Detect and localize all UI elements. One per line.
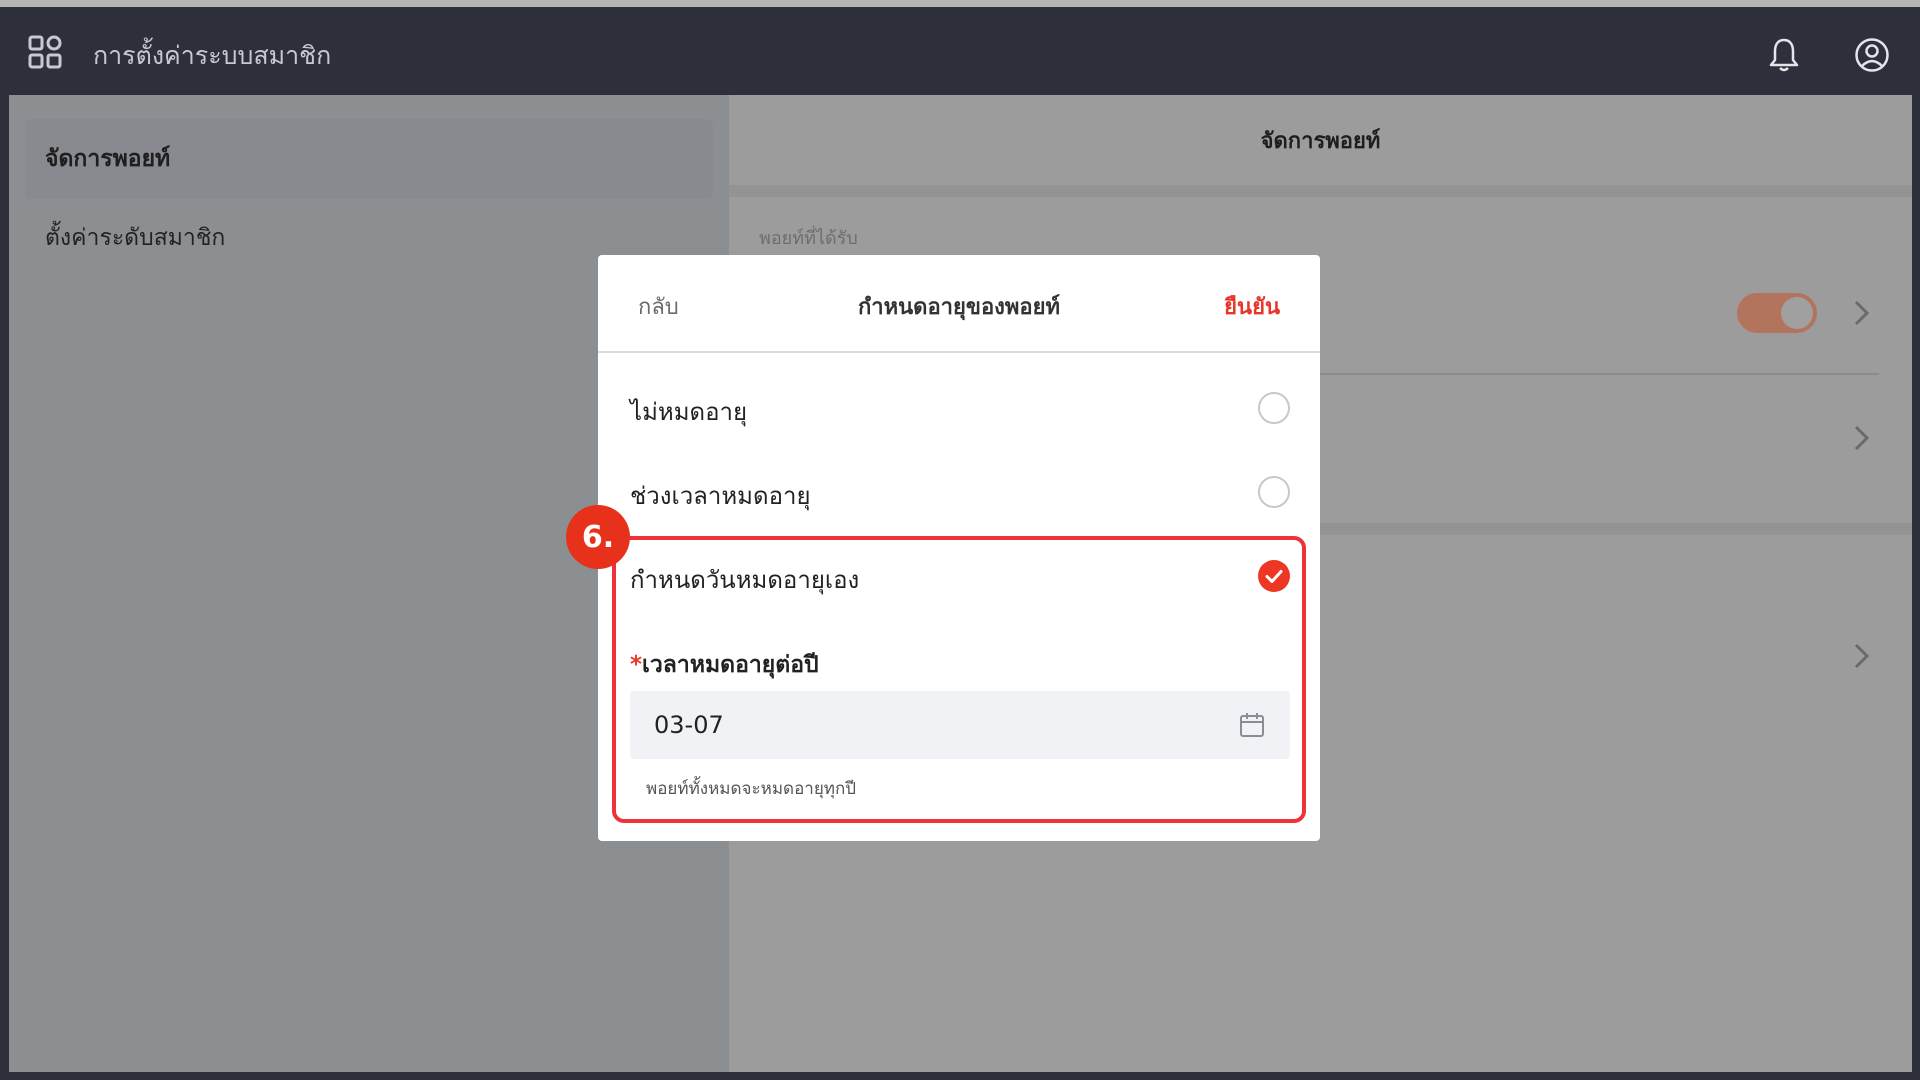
points-toggle[interactable] bbox=[1737, 293, 1817, 333]
confirm-button[interactable]: ยืนยัน bbox=[1224, 289, 1280, 324]
section-divider bbox=[729, 185, 1912, 197]
sidebar-item-label: ตั้งค่าระดับสมาชิก bbox=[45, 225, 226, 251]
page-title: จัดการพอยท์ bbox=[729, 95, 1912, 185]
option-label: ช่วงเวลาหมดอายุ bbox=[630, 482, 811, 510]
app-title: การตั้งค่าระบบสมาชิก bbox=[93, 41, 332, 70]
modal-header: กลับ กำหนดอายุของพอยท์ ยืนยัน bbox=[598, 255, 1320, 353]
bell-icon[interactable] bbox=[1768, 37, 1800, 73]
option-expiry-period[interactable]: ช่วงเวลาหมดอายุ bbox=[630, 472, 1290, 512]
user-circle-icon[interactable] bbox=[1854, 37, 1890, 73]
expiry-modal: กลับ กำหนดอายุของพอยท์ ยืนยัน ไม่หมดอายุ… bbox=[566, 255, 1320, 841]
chevron-right-icon[interactable] bbox=[1851, 423, 1873, 453]
chevron-right-icon[interactable] bbox=[1851, 298, 1873, 328]
sidebar-item-manage-points[interactable]: จัดการพอยท์ bbox=[25, 119, 713, 199]
step-badge: 6. bbox=[566, 505, 630, 569]
radio-unchecked[interactable] bbox=[1258, 392, 1290, 424]
section-label: พอยท์ที่ได้รับ bbox=[759, 228, 858, 249]
option-label: ไม่หมดอายุ bbox=[630, 398, 748, 426]
window-top-edge bbox=[0, 0, 1920, 7]
chevron-right-icon[interactable] bbox=[1851, 641, 1873, 671]
toggle-knob bbox=[1781, 297, 1813, 329]
radio-unchecked[interactable] bbox=[1258, 476, 1290, 508]
apps-grid-icon[interactable] bbox=[28, 35, 62, 69]
top-bar: การตั้งค่าระบบสมาชิก bbox=[0, 7, 1920, 95]
modal-title: กำหนดอายุของพอยท์ bbox=[857, 295, 1061, 320]
sidebar-item-label: จัดการพอยท์ bbox=[45, 146, 171, 172]
annotation-highlight bbox=[612, 536, 1306, 823]
option-no-expiry[interactable]: ไม่หมดอายุ bbox=[630, 388, 1290, 428]
